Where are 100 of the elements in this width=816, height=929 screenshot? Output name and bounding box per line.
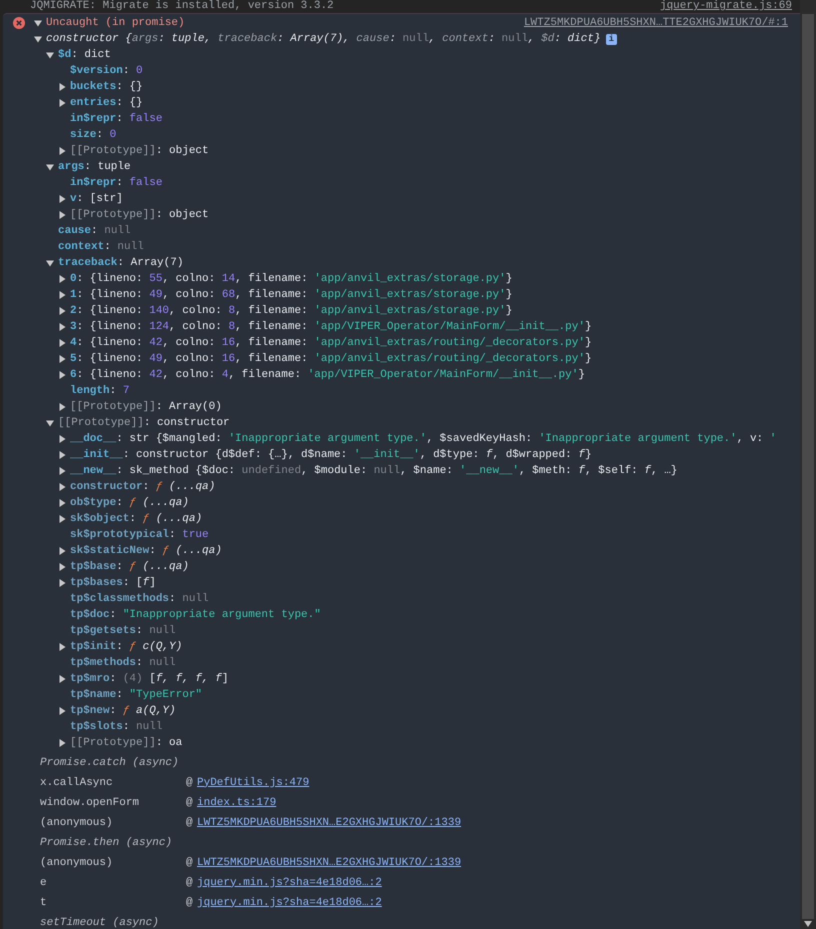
disclosure-triangle-icon[interactable]	[58, 307, 66, 315]
disclosure-triangle-icon[interactable]	[58, 435, 66, 443]
property-row[interactable]: 3: {lineno: 124, colno: 8, filename: 'app/VIPER_Operator/MainForm/__init__.py'}	[70, 318, 592, 336]
property-row-text: in$repr: false	[70, 112, 162, 127]
property-row-text: context: null	[58, 240, 144, 255]
log-message: JQMIGRATE: Migrate is installed, version 3.3.2	[30, 0, 334, 13]
function-name: (anonymous)	[40, 856, 114, 871]
disclosure-triangle-icon[interactable]	[58, 563, 66, 571]
error-title: Uncaught (in promise)	[46, 16, 185, 31]
disclosure-triangle-icon[interactable]	[34, 35, 42, 43]
disclosure-triangle-icon[interactable]	[58, 579, 66, 587]
source-link[interactable]: jquery-migrate.js:69	[660, 0, 792, 13]
disclosure-triangle-icon[interactable]	[46, 419, 54, 427]
disclosure-triangle-icon[interactable]	[58, 467, 66, 475]
property-row[interactable]: $d: dict	[58, 46, 111, 64]
property-row[interactable]: 2: {lineno: 140, colno: 8, filename: 'app/anvil_extras/storage.py'}	[70, 302, 512, 320]
property-row[interactable]: entries: {}	[70, 94, 143, 112]
property-row[interactable]: 4: {lineno: 42, colno: 16, filename: 'app/anvil_extras/routing/_decorators.py'}	[70, 334, 592, 352]
property-row[interactable]: __init__: constructor {d$def: {…}, d$name: '__init__', d$type: f, d$wrapped: f}	[70, 446, 592, 464]
source-link[interactable]: LWTZ5MKDPUA6UBH5SHXN…E2GXHGJWIUK7O/:1339	[197, 814, 462, 832]
property-row-text: tp$getsets: null	[70, 624, 176, 639]
at-sign: @	[186, 816, 194, 831]
property-row[interactable]: tp$mro: (4) [f, f, f, f]	[70, 670, 228, 688]
disclosure-triangle-icon[interactable]	[58, 99, 66, 107]
disclosure-triangle-icon[interactable]	[58, 83, 66, 91]
property-row[interactable]: constructor: ƒ (...qa)	[70, 478, 216, 496]
disclosure-triangle-icon[interactable]	[58, 515, 66, 523]
property-row[interactable]: [[Prototype]]: oa	[70, 734, 182, 752]
property-row[interactable]: tp$new: ƒ a(Q,Y)	[70, 702, 176, 720]
disclosure-triangle-icon[interactable]	[58, 707, 66, 715]
property-row[interactable]: [[Prototype]]: Array(0)	[70, 398, 222, 416]
disclosure-triangle-icon[interactable]	[58, 451, 66, 459]
property-row[interactable]: 0: {lineno: 55, colno: 14, filename: 'app/anvil_extras/storage.py'}	[70, 270, 512, 288]
property-row[interactable]: __doc__: str {$mangled: 'Inappropriate argument type.', $savedKeyHash: 'Inappropriate argument type.', v: '	[70, 430, 776, 448]
info-badge[interactable]: i	[606, 34, 617, 44]
property-row[interactable]: 5: {lineno: 49, colno: 16, filename: 'app/anvil_extras/routing/_decorators.py'}	[70, 350, 592, 368]
scrollbar-thumb[interactable]	[802, 14, 814, 919]
function-name: e	[40, 876, 48, 891]
property-row[interactable]: sk$object: ƒ (...qa)	[70, 510, 202, 528]
property-row-text: length: 7	[70, 384, 130, 399]
property-row[interactable]: ob$type: ƒ (...qa)	[70, 494, 189, 512]
disclosure-triangle-icon[interactable]	[58, 211, 66, 219]
disclosure-triangle-icon[interactable]	[58, 483, 66, 491]
source-link[interactable]: LWTZ5MKDPUA6UBH5SHXN…TTE2GXHGJWIUK7O/#:1	[524, 14, 788, 32]
property-row[interactable]: buckets: {}	[70, 78, 143, 96]
property-row-text: sk$prototypical: true	[70, 528, 209, 543]
disclosure-triangle-icon[interactable]	[58, 291, 66, 299]
property-row[interactable]: v: [str]	[70, 190, 123, 208]
disclosure-triangle-icon[interactable]	[58, 643, 66, 651]
source-link[interactable]: jquery.min.js?sha=4e18d06…:2	[197, 874, 382, 892]
property-row-text: tp$classmethods: null	[70, 592, 209, 607]
property-row-text: cause: null	[58, 224, 131, 239]
property-row[interactable]: tp$base: ƒ (...qa)	[70, 558, 189, 576]
at-sign: @	[186, 776, 194, 791]
property-row[interactable]: sk$staticNew: ƒ (...qa)	[70, 542, 222, 560]
scrollbar[interactable]	[800, 0, 816, 929]
function-name: (anonymous)	[40, 816, 114, 831]
disclosure-triangle-icon[interactable]	[46, 51, 54, 59]
property-row-text: tp$doc: "Inappropriate argument type."	[70, 608, 321, 623]
disclosure-triangle-icon[interactable]	[58, 499, 66, 507]
disclosure-triangle-icon[interactable]	[58, 739, 66, 747]
property-row[interactable]: [[Prototype]]: constructor	[58, 414, 230, 432]
disclosure-triangle-icon[interactable]	[58, 547, 66, 555]
disclosure-triangle-icon[interactable]	[58, 675, 66, 683]
disclosure-triangle-icon[interactable]	[58, 275, 66, 283]
property-row[interactable]: args: tuple	[58, 158, 131, 176]
disclosure-triangle-icon[interactable]	[58, 371, 66, 379]
property-row-text: tp$slots: null	[70, 720, 162, 735]
source-link[interactable]: PyDefUtils.js:479	[197, 774, 310, 792]
property-row-text: tp$name: "TypeError"	[70, 688, 202, 703]
property-row[interactable]: [[Prototype]]: object	[70, 206, 209, 224]
disclosure-triangle-icon[interactable]	[58, 147, 66, 155]
property-row-text: $version: 0	[70, 64, 143, 79]
at-sign: @	[186, 896, 194, 911]
property-row[interactable]: traceback: Array(7)	[58, 254, 184, 272]
function-name: t	[40, 896, 48, 911]
disclosure-triangle-icon[interactable]	[34, 19, 42, 27]
property-row[interactable]: __new__: sk_method {$doc: undefined, $module: null, $name: '__new__', $meth: f, $self: f, …}	[70, 462, 678, 480]
disclosure-triangle-icon[interactable]	[58, 339, 66, 347]
function-name: x.callAsync	[40, 776, 114, 791]
async-label: Promise.then (async)	[40, 836, 172, 851]
property-row[interactable]: 1: {lineno: 49, colno: 68, filename: 'app/anvil_extras/storage.py'}	[70, 286, 512, 304]
property-row[interactable]: tp$init: ƒ c(Q,Y)	[70, 638, 182, 656]
source-link[interactable]: LWTZ5MKDPUA6UBH5SHXN…E2GXHGJWIUK7O/:1339	[197, 854, 462, 872]
property-row[interactable]: constructor {args: tuple, traceback: Array(7), cause: null, context: null, $d: dict}	[46, 30, 601, 48]
disclosure-triangle-icon[interactable]	[46, 163, 54, 171]
property-row[interactable]: tp$bases: [f]	[70, 574, 156, 592]
property-row[interactable]: 6: {lineno: 42, colno: 4, filename: 'app/VIPER_Operator/MainForm/__init__.py'}	[70, 366, 585, 384]
disclosure-triangle-icon[interactable]	[58, 355, 66, 363]
scroll-down-arrow-icon[interactable]	[804, 921, 812, 927]
disclosure-triangle-icon[interactable]	[58, 403, 66, 411]
function-name: window.openForm	[40, 796, 140, 811]
at-sign: @	[186, 876, 194, 891]
disclosure-triangle-icon[interactable]	[58, 323, 66, 331]
at-sign: @	[186, 796, 194, 811]
source-link[interactable]: jquery.min.js?sha=4e18d06…:2	[197, 894, 382, 912]
source-link[interactable]: index.ts:179	[197, 794, 276, 812]
property-row[interactable]: [[Prototype]]: object	[70, 142, 209, 160]
disclosure-triangle-icon[interactable]	[46, 259, 54, 267]
disclosure-triangle-icon[interactable]	[58, 195, 66, 203]
